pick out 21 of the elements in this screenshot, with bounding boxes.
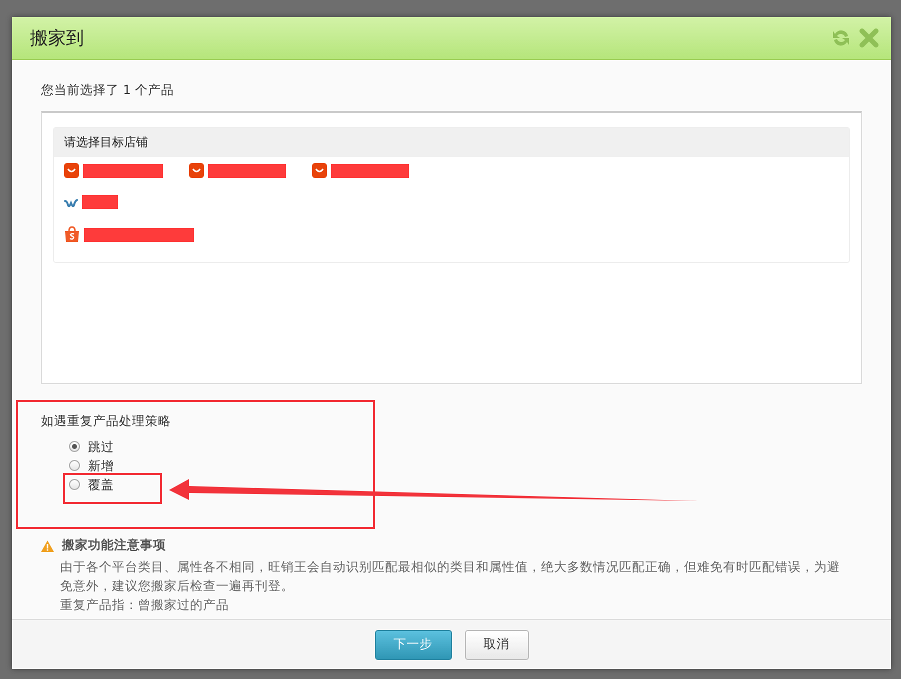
selection-summary: 您当前选择了 1 个产品 <box>41 82 175 99</box>
store-list-heading: 请选择目标店铺 <box>54 128 849 157</box>
shopping-bag-icon <box>64 163 79 178</box>
shopping-bag-icon <box>312 163 327 178</box>
warning-icon <box>41 540 54 552</box>
radio-button[interactable] <box>69 460 80 471</box>
strategy-label: 如遇重复产品处理策略 <box>41 413 172 430</box>
radio-option[interactable]: 新增 <box>69 457 114 474</box>
refresh-icon[interactable] <box>831 28 851 48</box>
notice-text: 由于各个平台类目、属性各不相同，旺销王会自动识别匹配最相似的类目和属性值，绝大多数情况匹配正确，但难免有时匹配错误，为避免意外，建议您搬家后检查一遍再刊登。 <box>60 558 841 595</box>
notice-text: 重复产品指：曾搬家过的产品 <box>60 596 230 614</box>
redaction-block <box>82 195 118 209</box>
shopping-bag-icon <box>64 226 80 243</box>
close-icon[interactable] <box>859 28 879 48</box>
cancel-button[interactable]: 取消 <box>464 630 528 660</box>
shopping-bag-icon <box>189 163 204 178</box>
dialog-title: 搬家到 <box>30 27 85 50</box>
radio-option[interactable]: 跳过 <box>69 438 114 455</box>
radio-button[interactable] <box>69 441 80 452</box>
radio-button[interactable] <box>69 479 80 490</box>
notice-title: 搬家功能注意事项 <box>62 537 166 554</box>
